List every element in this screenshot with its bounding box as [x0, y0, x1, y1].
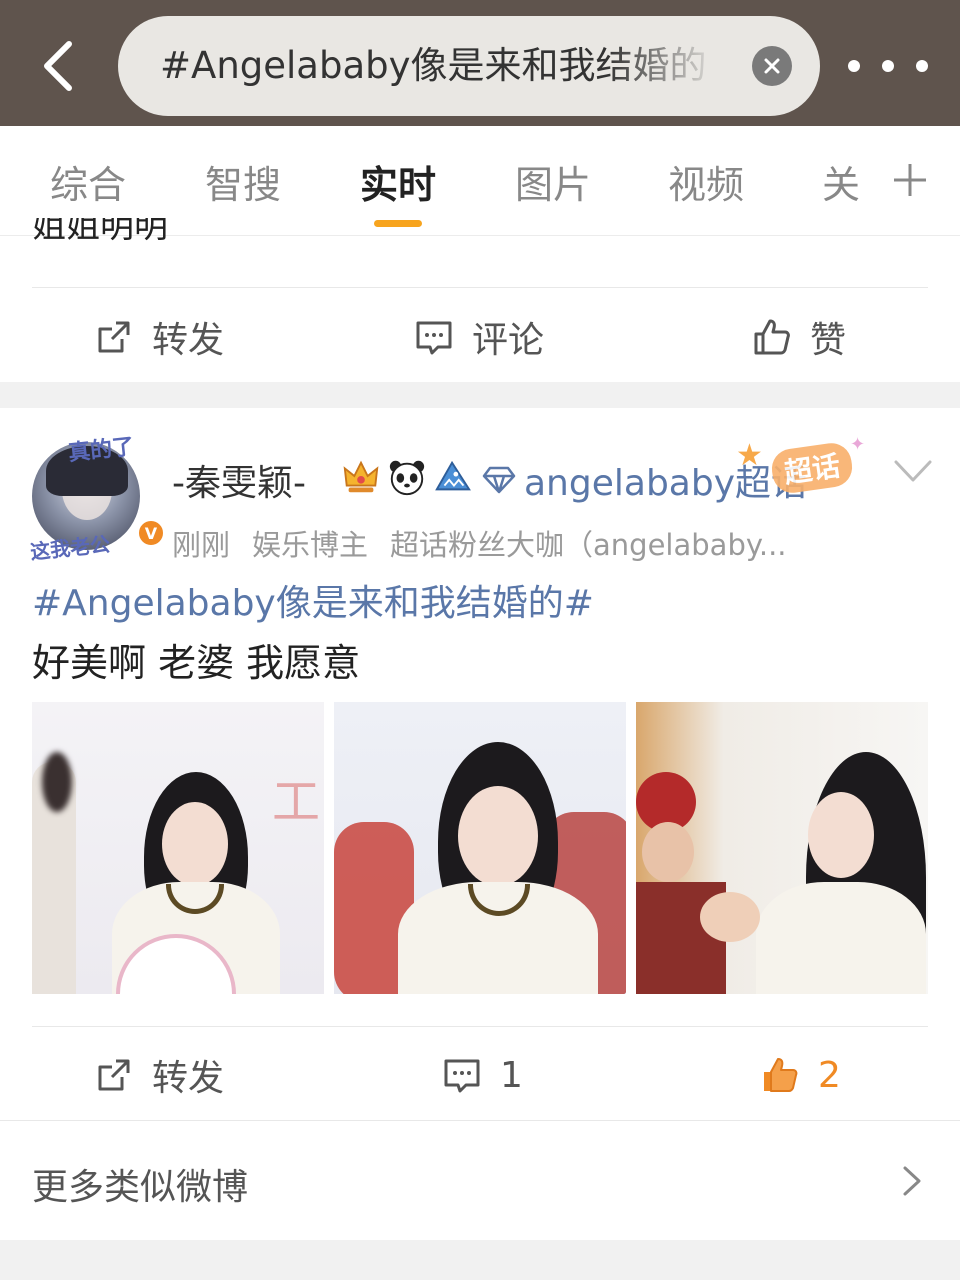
dot-icon: [848, 60, 860, 72]
post-text: 好美啊 老婆 我愿意: [32, 641, 361, 685]
crown-icon: [340, 456, 382, 498]
search-query: #Angelababy像是来和我结婚的: [160, 44, 707, 87]
share-icon: [98, 321, 130, 353]
section-separator: [0, 382, 960, 408]
previous-post-text: 姐姐明明: [32, 218, 168, 246]
post-photo[interactable]: 工: [32, 702, 324, 994]
divider: [32, 1026, 928, 1027]
like-count: 2: [818, 1054, 841, 1096]
divider: [0, 1120, 960, 1121]
like-button[interactable]: 赞: [752, 292, 846, 382]
back-button[interactable]: [30, 36, 86, 96]
like-button[interactable]: 2: [760, 1030, 841, 1120]
clear-search-button[interactable]: [752, 46, 792, 86]
plus-icon[interactable]: [892, 162, 928, 198]
thumbs-up-icon: [754, 319, 790, 355]
comment-icon: [444, 1059, 480, 1093]
supertopic-badge-label: 超话: [769, 440, 855, 496]
comment-count: 1: [500, 1054, 523, 1096]
post-timestamp: 刚刚: [172, 528, 231, 562]
panda-icon: [386, 456, 428, 498]
star-icon: ★: [736, 438, 763, 473]
repost-label: 转发: [152, 1058, 225, 1099]
supertopic-badge: ★ 超话 ✦: [736, 434, 886, 510]
photo-grid: 工: [32, 702, 928, 994]
tab-realtime[interactable]: 实时: [360, 154, 436, 209]
avatar-frame-text: 真的了: [67, 434, 136, 467]
share-icon: [98, 1059, 130, 1091]
chevron-down-icon[interactable]: [892, 456, 934, 486]
comment-button[interactable]: 评论: [414, 292, 544, 382]
more-options-button[interactable]: [848, 46, 928, 86]
repost-label: 转发: [152, 320, 225, 361]
close-icon: [764, 58, 780, 74]
user-title: 娱乐博主: [252, 528, 369, 562]
repost-button[interactable]: 转发: [94, 292, 224, 382]
comment-icon: [416, 321, 452, 355]
post-photo[interactable]: [636, 702, 928, 994]
avatar[interactable]: 真的了 这我老公 V: [29, 432, 166, 564]
post-actions: 转发 1 2: [0, 1030, 960, 1120]
shark-icon: [432, 456, 474, 498]
search-input[interactable]: #Angelababy像是来和我结婚的: [118, 16, 820, 116]
chevron-right-icon[interactable]: [900, 1164, 924, 1198]
tab-comprehensive[interactable]: 综合: [50, 154, 126, 209]
username[interactable]: -秦雯颖-: [172, 454, 306, 506]
verified-badge-icon: V: [136, 518, 166, 548]
thumbs-up-icon: [764, 1058, 798, 1092]
like-label: 赞: [810, 320, 847, 361]
comment-button[interactable]: 1: [442, 1030, 523, 1120]
tab-follow[interactable]: 关: [822, 154, 860, 209]
user-badges: [340, 456, 474, 498]
tab-smart-search[interactable]: 智搜: [205, 154, 281, 209]
divider: [32, 287, 928, 288]
more-similar-posts-link[interactable]: 更多类似微博: [32, 1158, 248, 1210]
chevron-left-icon: [44, 41, 72, 91]
tab-videos[interactable]: 视频: [668, 154, 744, 209]
diamond-icon: [482, 466, 516, 494]
sparkle-icon: ✦: [850, 434, 866, 455]
repost-button[interactable]: 转发: [94, 1030, 224, 1120]
section-separator: [0, 1240, 960, 1280]
avatar-frame-caption: 这我老公: [29, 531, 112, 565]
hashtag-link[interactable]: #Angelababy像是来和我结婚的#: [32, 574, 594, 626]
top-bar: #Angelababy像是来和我结婚的: [0, 0, 960, 126]
fan-title: 超话粉丝大咖（angelababy...: [390, 528, 787, 562]
dot-icon: [916, 60, 928, 72]
tab-images[interactable]: 图片: [515, 154, 591, 209]
dot-icon: [882, 60, 894, 72]
comment-label: 评论: [472, 320, 545, 361]
post-photo[interactable]: [334, 702, 626, 994]
post-meta: 刚刚 娱乐博主 超话粉丝大咖（angelababy...: [172, 522, 812, 564]
previous-post-actions: 转发 评论 赞: [0, 292, 960, 382]
